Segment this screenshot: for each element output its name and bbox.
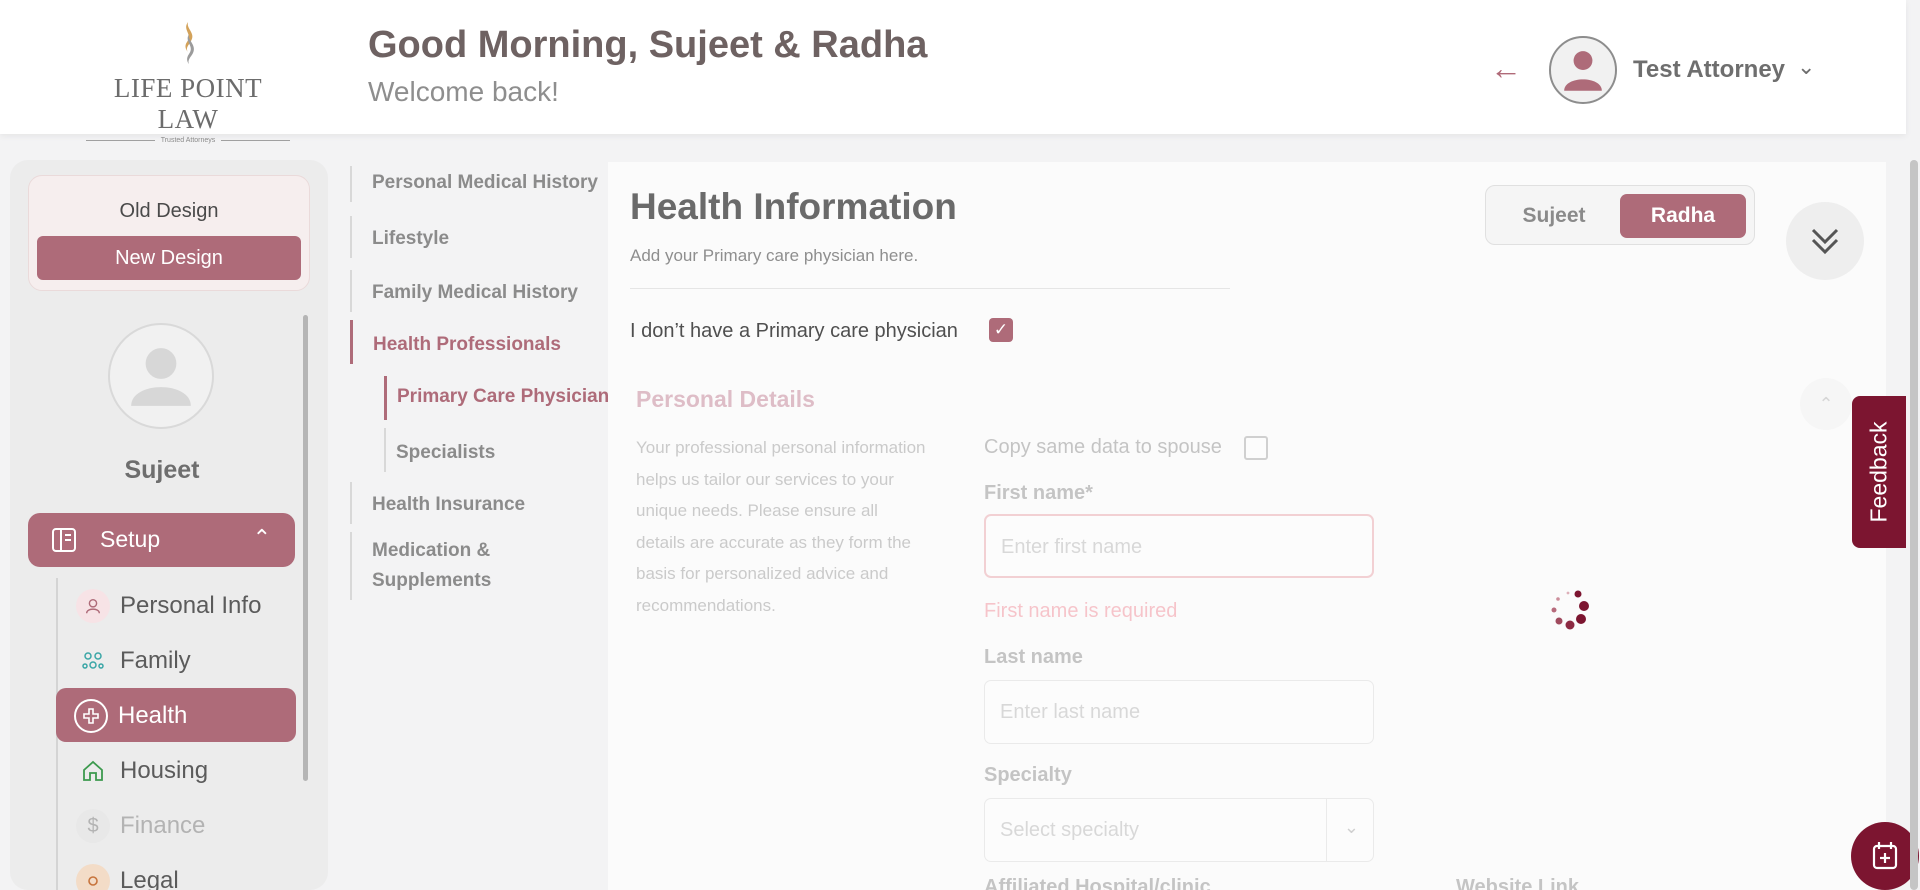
subnav-family-medical-history[interactable]: Family Medical History	[350, 270, 578, 312]
subnav-specialists[interactable]: Specialists	[384, 428, 495, 472]
sidebar-item-family[interactable]: Family	[58, 633, 306, 687]
feedback-label: Feedback	[1865, 421, 1892, 523]
user-avatar[interactable]	[1549, 36, 1617, 104]
logo[interactable]: LIFE POINT LAW Trusted Attorneys	[86, 20, 291, 144]
sidebar-item-label: Health	[118, 702, 188, 729]
subnav-medication-line2: Supplements	[372, 570, 492, 591]
last-name-placeholder: Enter last name	[1000, 701, 1141, 723]
specialty-placeholder: Select specialty	[1000, 819, 1139, 841]
setup-menu-button[interactable]: Setup ⌃	[28, 513, 295, 567]
sidebar-item-legal[interactable]: Legal	[58, 853, 306, 890]
welcome-text: Welcome back!	[368, 76, 559, 107]
page-scrollbar[interactable]	[1910, 160, 1918, 890]
calendar-plus-icon	[1872, 842, 1898, 870]
subnav-health-professionals[interactable]: Health Professionals	[350, 320, 561, 364]
no-pcp-checkbox[interactable]: ✓	[989, 318, 1013, 342]
sidebar-item-housing[interactable]: Housing	[58, 743, 306, 797]
subnav-primary-care-physician[interactable]: Primary Care Physician	[384, 376, 609, 420]
chevron-down-icon: ⌄	[1343, 817, 1359, 837]
sidebar-item-label: Finance	[120, 812, 206, 839]
collapse-all-button[interactable]	[1786, 202, 1864, 280]
flame-logo-icon	[185, 22, 194, 64]
double-chevron-down-icon	[1811, 228, 1839, 255]
house-icon	[76, 754, 110, 788]
profile-name: Sujeet	[124, 456, 200, 484]
logo-name: LIFE POINT LAW	[113, 73, 263, 134]
setup-submenu: Personal Info Family Health Housing $ Fi…	[56, 578, 306, 890]
family-icon	[76, 644, 110, 678]
top-header: LIFE POINT LAW Trusted Attorneys Good Mo…	[0, 0, 1906, 144]
old-design-button[interactable]: Old Design	[29, 200, 309, 223]
spouse-toggle: Sujeet Radha	[1485, 185, 1755, 245]
feedback-tab[interactable]: Feedback	[1852, 396, 1906, 548]
page-subtitle: Add your Primary care physician here.	[630, 246, 919, 265]
last-name-field[interactable]: Enter last name	[984, 680, 1374, 744]
setup-label: Setup	[100, 526, 161, 552]
sidebar-item-finance[interactable]: $ Finance	[58, 798, 306, 852]
affiliated-hospital-label: Affiliated Hospital/clinic	[984, 876, 1211, 890]
user-silhouette-icon	[1564, 51, 1602, 91]
back-arrow-icon[interactable]: ←	[1490, 52, 1522, 84]
book-icon	[52, 528, 76, 552]
first-name-placeholder: Enter first name	[1001, 536, 1143, 558]
user-silhouette-icon	[131, 348, 191, 406]
chevron-up-icon: ⌃	[252, 525, 271, 550]
copy-to-spouse-label: Copy same data to spouse	[984, 436, 1222, 458]
subnav-personal-medical-history[interactable]: Personal Medical History	[350, 166, 598, 202]
person-icon	[76, 589, 110, 623]
subnav-lifestyle[interactable]: Lifestyle	[350, 216, 449, 258]
subnav-medication-supplements[interactable]: Medication & Supplements	[350, 532, 491, 600]
sidebar-scrollbar[interactable]	[303, 315, 308, 781]
first-name-error: First name is required	[984, 600, 1178, 622]
profile-avatar	[108, 323, 214, 429]
toggle-radha[interactable]: Radha	[1620, 194, 1746, 238]
chevron-down-icon[interactable]: ⌄	[1797, 54, 1815, 80]
last-name-label: Last name	[984, 646, 1083, 668]
section-description: Your professional personal information h…	[636, 438, 926, 615]
legal-icon	[76, 864, 110, 890]
sidebar-item-label: Family	[120, 647, 191, 674]
new-design-button[interactable]: New Design	[37, 236, 301, 280]
chevron-up-icon[interactable]: ⌃	[1800, 378, 1852, 430]
health-information-card: Health Information Add your Primary care…	[608, 162, 1886, 890]
dollar-icon: $	[76, 809, 110, 843]
sidebar-item-label: Housing	[120, 757, 209, 784]
no-pcp-label: I don’t have a Primary care physician	[630, 320, 958, 342]
greeting-title: Good Morning, Sujeet & Radha	[368, 24, 928, 66]
sidebar-item-label: Legal	[120, 867, 179, 890]
loading-spinner-icon	[1551, 590, 1589, 630]
health-plus-icon	[74, 699, 108, 733]
sidebar: Old Design New Design Sujeet Setup ⌃ Per…	[10, 160, 328, 890]
user-name[interactable]: Test Attorney	[1633, 56, 1785, 84]
logo-tagline: Trusted Attorneys	[160, 137, 216, 144]
sidebar-item-label: Personal Info	[120, 592, 262, 619]
copy-to-spouse-checkbox[interactable]	[1244, 436, 1268, 460]
first-name-field[interactable]: Enter first name	[984, 514, 1374, 578]
subnav-medication-line1: Medication &	[372, 540, 491, 561]
add-note-button[interactable]	[1851, 822, 1919, 890]
first-name-label: First name*	[984, 482, 1093, 504]
sidebar-item-health[interactable]: Health	[56, 688, 296, 742]
specialty-label: Specialty	[984, 764, 1072, 786]
website-link-label: Website Link	[1456, 876, 1579, 890]
section-title: Personal Details	[636, 386, 815, 412]
toggle-sujeet[interactable]: Sujeet	[1494, 194, 1614, 238]
subnav-health-insurance[interactable]: Health Insurance	[350, 482, 525, 524]
design-switcher: Old Design New Design	[28, 175, 310, 291]
page-title: Health Information	[630, 186, 957, 227]
specialty-select[interactable]: Select specialty ⌄	[984, 798, 1374, 862]
sidebar-item-personal-info[interactable]: Personal Info	[58, 578, 306, 632]
divider	[630, 288, 1230, 289]
